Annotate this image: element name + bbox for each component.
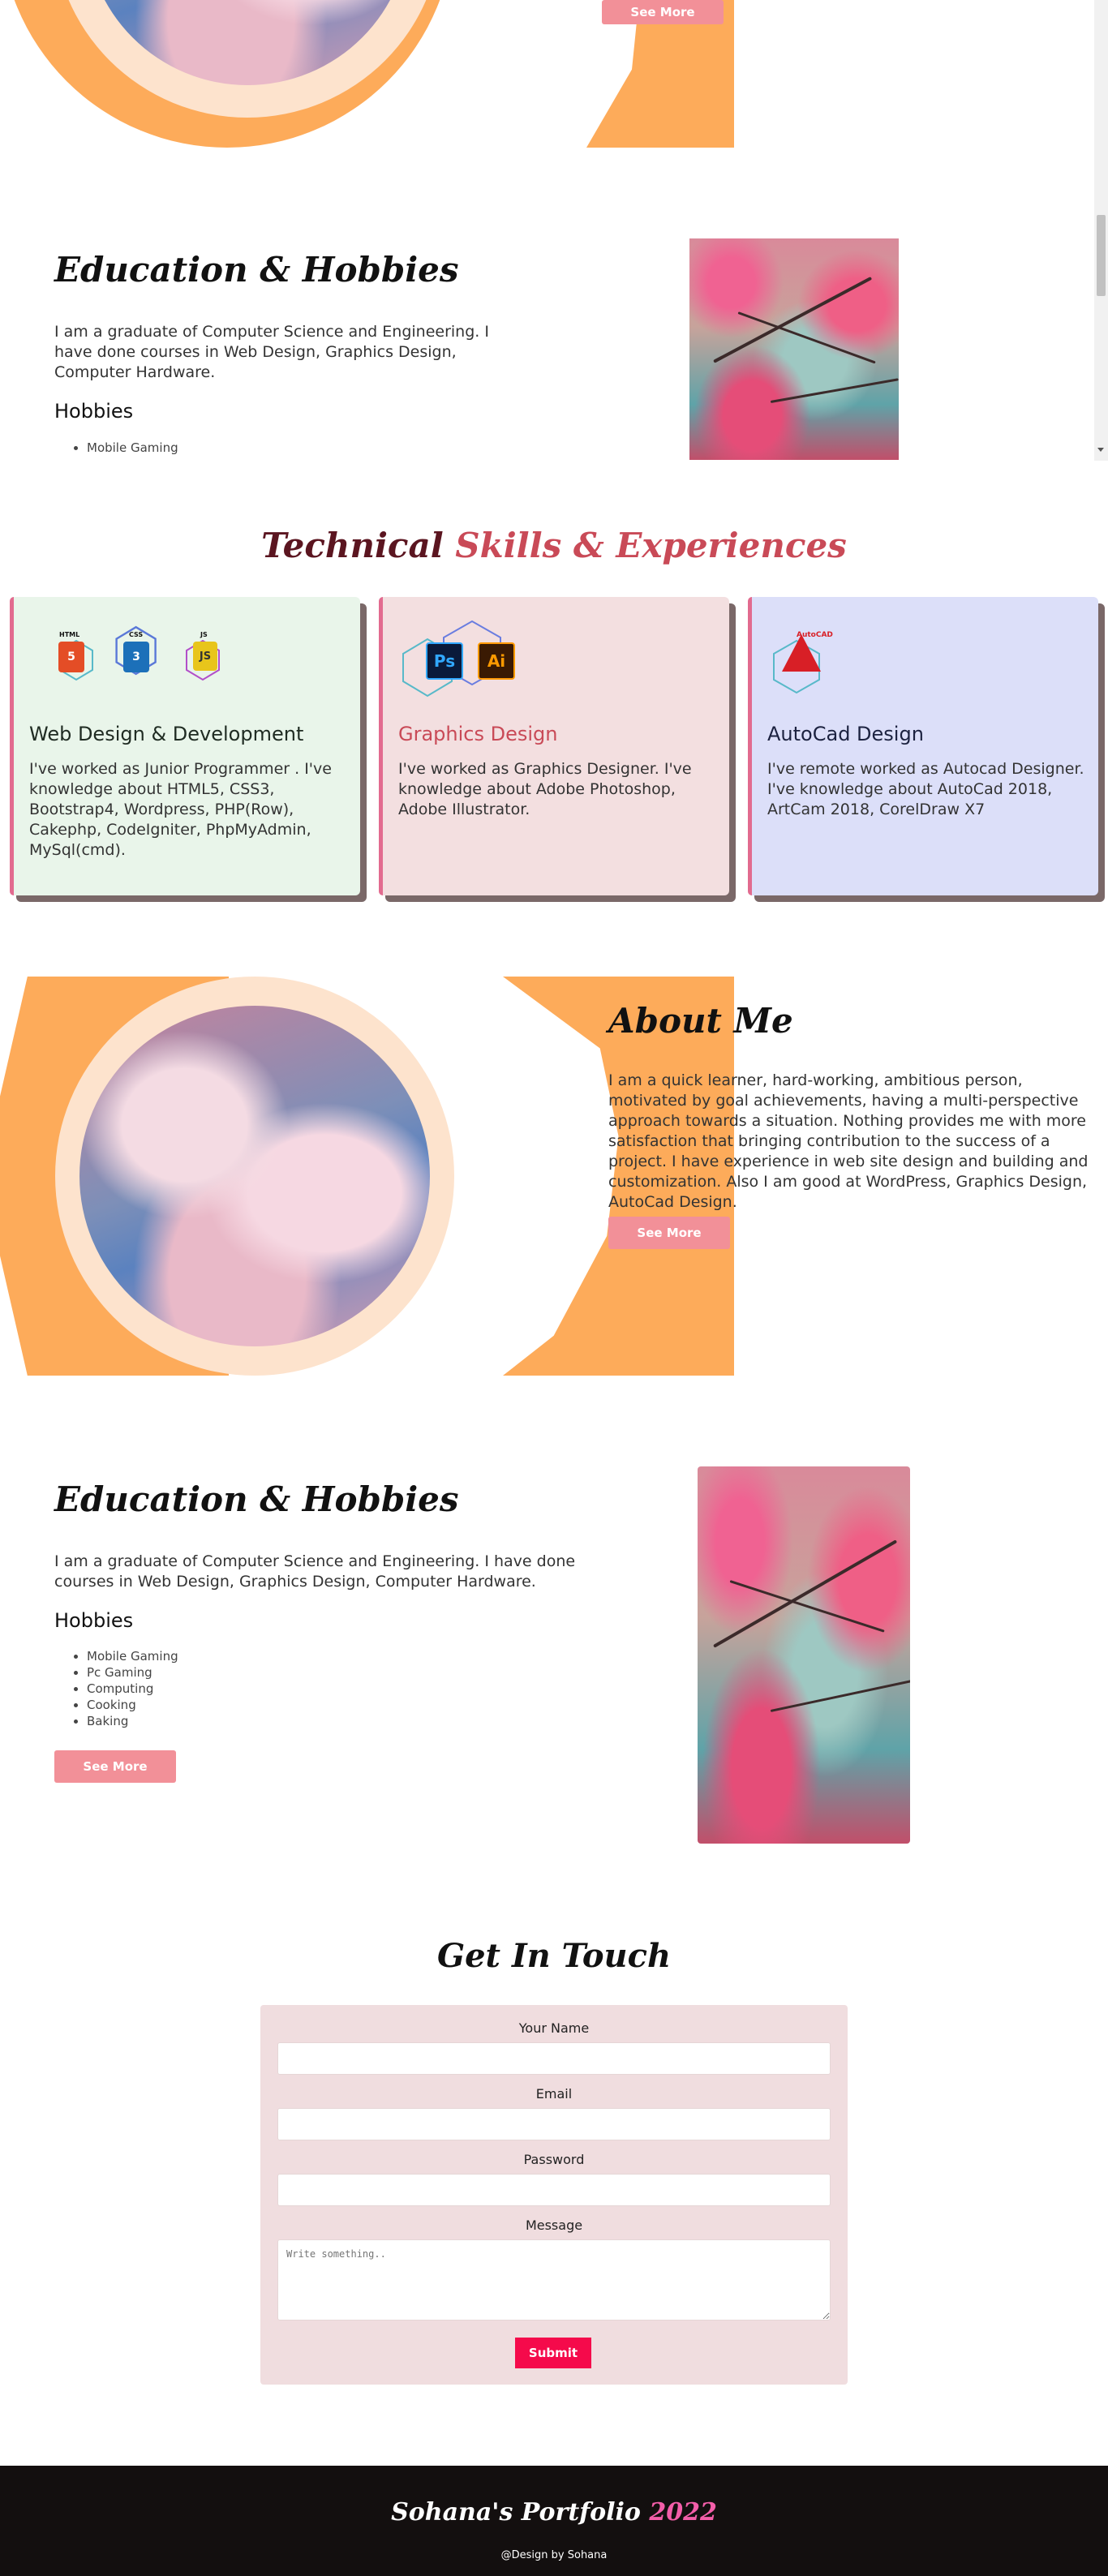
- html5-icon: 5: [58, 642, 84, 672]
- photoshop-icon: Ps: [426, 642, 463, 680]
- name-label: Your Name: [518, 2020, 590, 2036]
- hex-outline-graphic: [402, 620, 501, 698]
- message-label: Message: [525, 2218, 583, 2233]
- education-see-more-button[interactable]: See More: [54, 1750, 176, 1783]
- card-title: Web Design & Development: [29, 723, 304, 745]
- js-icon: JS: [193, 642, 217, 671]
- education-image: [689, 238, 899, 460]
- password-input[interactable]: [277, 2174, 831, 2206]
- skill-card-graphics: Ps Ai Graphics Design I've worked as Gra…: [379, 597, 729, 895]
- hobbies-list: Mobile Gaming: [54, 440, 178, 456]
- education-image: [698, 1466, 910, 1844]
- html-label: HTML: [59, 631, 80, 638]
- footer-year: 2022: [649, 2498, 717, 2527]
- email-input[interactable]: [277, 2108, 831, 2140]
- skills-title-part2: Skills & Experiences: [455, 526, 847, 565]
- card-title: AutoCad Design: [767, 723, 924, 745]
- about-top-hero: See More: [0, 0, 734, 148]
- skills-title: Technical Skills & Experiences: [0, 526, 1108, 565]
- list-item: Mobile Gaming: [87, 1648, 178, 1664]
- footer-brand-name: Sohana's Portfolio: [391, 2498, 641, 2527]
- illustrator-icon: Ai: [478, 642, 515, 680]
- css-label: CSS: [129, 631, 144, 638]
- autocad-icon: [782, 634, 821, 672]
- education-text: I am a graduate of Computer Science and …: [54, 323, 489, 381]
- css3-icon: 3: [123, 642, 149, 672]
- list-item: Mobile Gaming: [87, 440, 178, 456]
- scrollbar-thumb[interactable]: [1097, 215, 1106, 296]
- list-item: Pc Gaming: [87, 1664, 178, 1681]
- list-item: Computing: [87, 1681, 178, 1697]
- autocad-label: AutoCAD: [797, 631, 833, 639]
- section-title: Education & Hobbies: [54, 250, 459, 290]
- profile-image: [79, 1006, 430, 1346]
- skills-title-part1: Technical: [261, 526, 444, 565]
- card-text: I've worked as Graphics Designer. I've k…: [398, 760, 692, 818]
- card-text: I've worked as Junior Programmer . I've …: [29, 760, 332, 859]
- skill-card-web: 5 HTML 3 CSS JS JS Web Design & Developm…: [10, 597, 360, 895]
- card-text: I've remote worked as Autocad Designer. …: [767, 760, 1084, 818]
- list-item: Baking: [87, 1713, 178, 1729]
- scrollbar-track[interactable]: [1094, 0, 1108, 461]
- skill-card-autocad: AutoCAD AutoCad Design I've remote worke…: [748, 597, 1098, 895]
- contact-form: Your Name Email Password Message Submit: [260, 2005, 848, 2385]
- footer-credit: @Design by Sohana: [500, 2549, 608, 2561]
- scroll-down-arrow-icon[interactable]: [1097, 448, 1104, 452]
- footer-brand: Sohana's Portfolio 2022: [0, 2498, 1108, 2527]
- submit-button[interactable]: Submit: [515, 2338, 591, 2368]
- list-item: Cooking: [87, 1697, 178, 1713]
- password-label: Password: [523, 2152, 585, 2167]
- js-label: JS: [200, 631, 208, 638]
- education-text: I am a graduate of Computer Science and …: [54, 1552, 576, 1591]
- footer: Sohana's Portfolio 2022 @Design by Sohan…: [0, 2466, 1108, 2576]
- card-title: Graphics Design: [398, 723, 558, 745]
- about-see-more-button[interactable]: See More: [608, 1217, 730, 1249]
- section-title: Education & Hobbies: [54, 1479, 459, 1519]
- about-text: I am a quick learner, hard-working, ambi…: [608, 1071, 1089, 1211]
- hobbies-title: Hobbies: [54, 400, 134, 423]
- see-more-button[interactable]: See More: [602, 0, 724, 24]
- name-input[interactable]: [277, 2042, 831, 2075]
- hobbies-list: Mobile Gaming Pc Gaming Computing Cookin…: [54, 1648, 178, 1729]
- email-label: Email: [535, 2086, 573, 2102]
- message-textarea[interactable]: [277, 2239, 831, 2321]
- hobbies-title: Hobbies: [54, 1609, 134, 1632]
- contact-title: Get In Touch: [436, 1937, 672, 1975]
- about-title: About Me: [608, 1001, 793, 1041]
